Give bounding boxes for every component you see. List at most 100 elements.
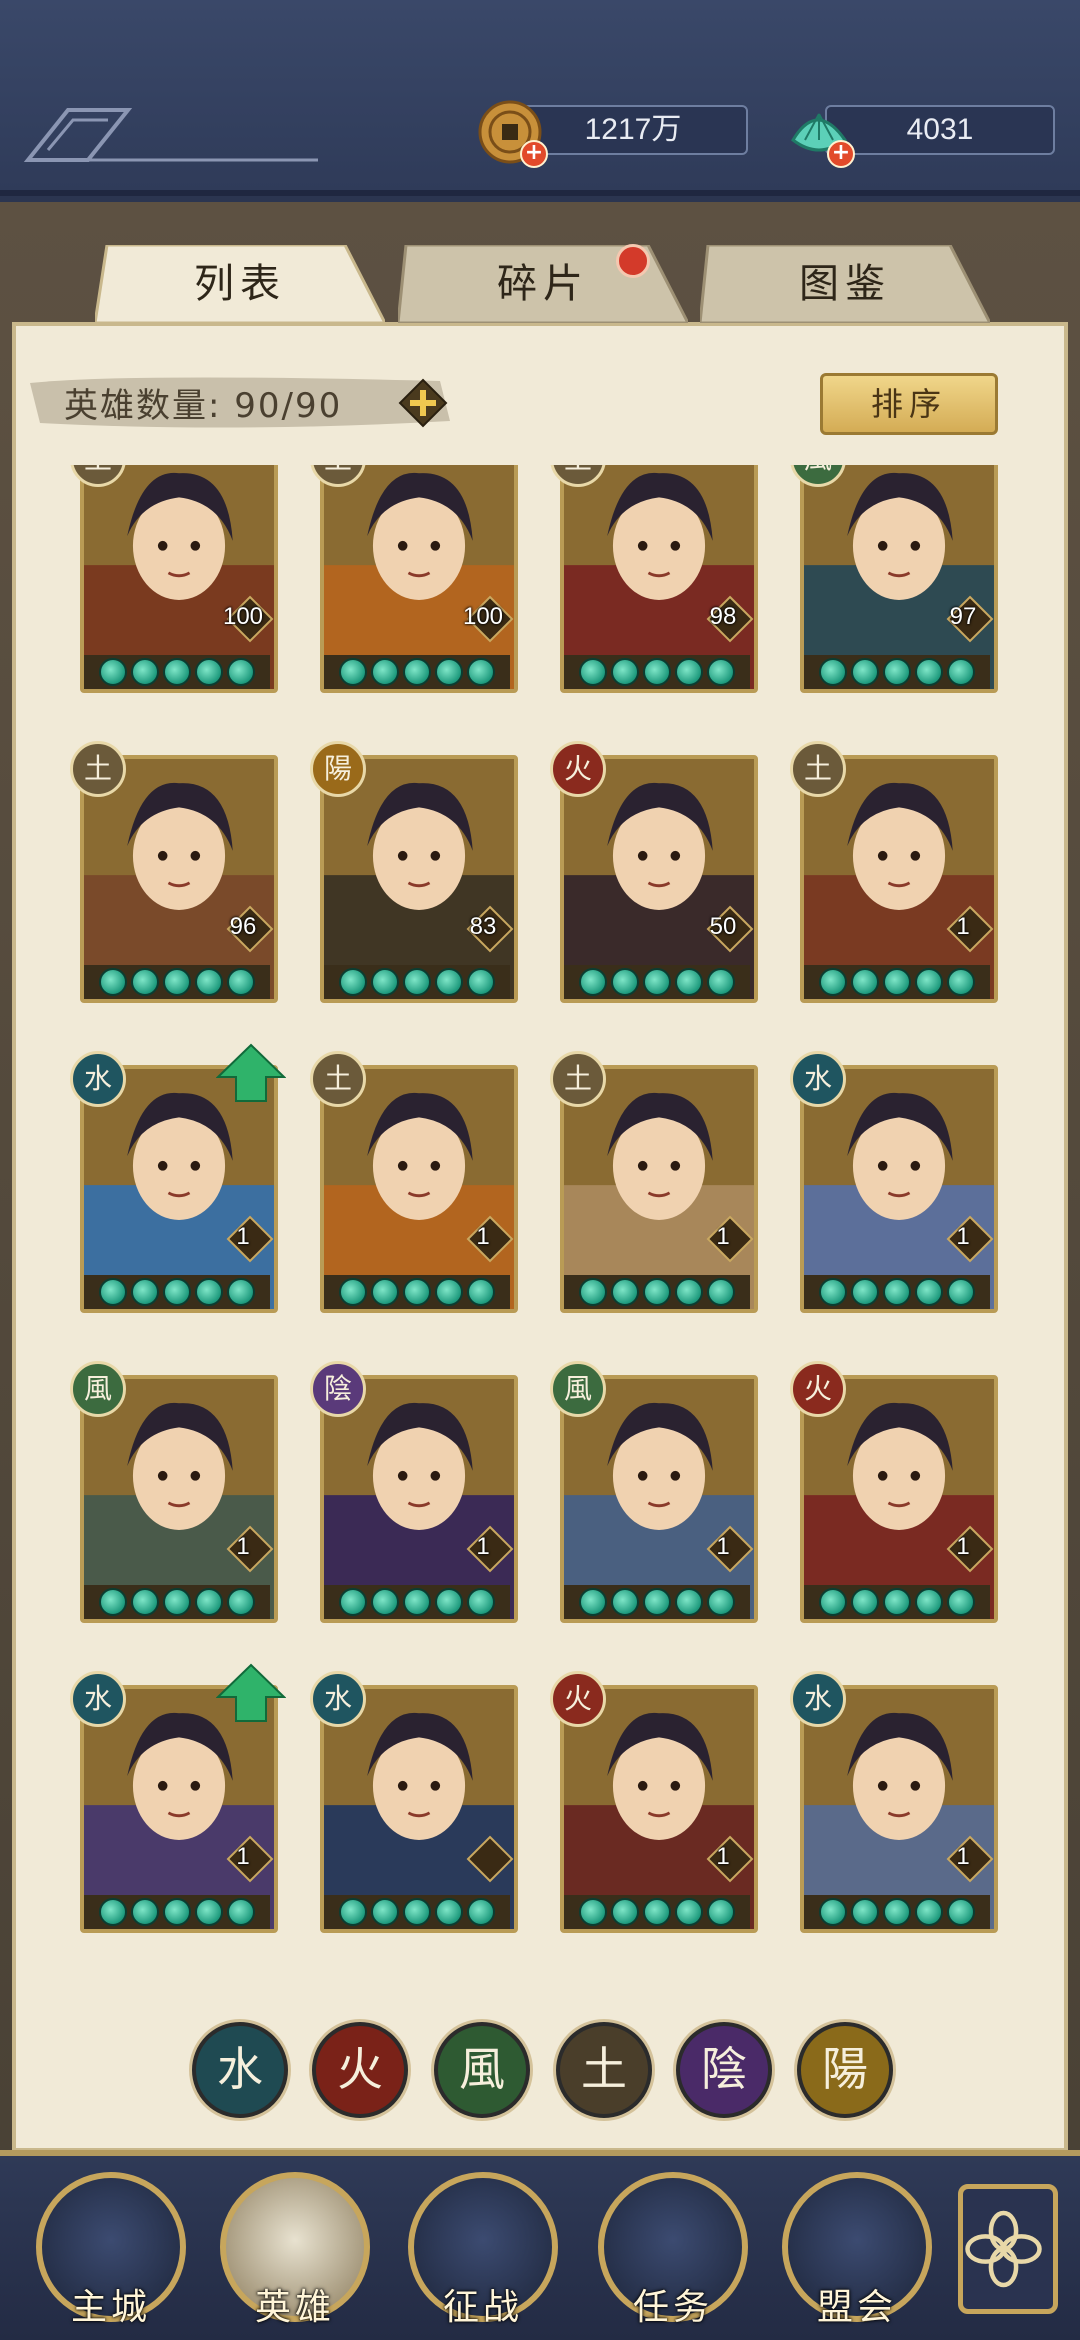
jade-star-icon [851, 1898, 879, 1926]
nav-alliance[interactable]: 盟会 [782, 2172, 932, 2328]
hero-card[interactable]: 1 土 [550, 1051, 758, 1313]
jade-star-icon [467, 968, 495, 996]
jade-star-icon [99, 1588, 127, 1616]
hero-level: 1 [716, 1843, 730, 1870]
nav-hero-portrait[interactable]: 英雄 [220, 2172, 370, 2328]
jade-counter[interactable]: 4031 + [785, 100, 1055, 168]
hero-portrait [804, 1069, 994, 1309]
expand-slots-button[interactable] [398, 378, 448, 428]
element-filter-button[interactable]: 陰 [676, 2022, 772, 2118]
jade-star-icon [227, 1588, 255, 1616]
nav-campaign[interactable]: 征战 [408, 2172, 558, 2328]
jade-star-icon [163, 968, 191, 996]
jade-star-icon [467, 1588, 495, 1616]
element-badge: 風 [550, 1361, 606, 1417]
element-filter-button[interactable]: 陽 [797, 2022, 893, 2118]
element-filter-button[interactable]: 風 [434, 2022, 530, 2118]
jade-star-icon [403, 1278, 431, 1306]
jade-star-icon [883, 1278, 911, 1306]
star-rating [564, 965, 750, 999]
hero-portrait [324, 1069, 514, 1309]
element-filter-button[interactable]: 土 [556, 2022, 652, 2118]
jade-star-icon [883, 1588, 911, 1616]
hero-portrait [564, 1689, 754, 1929]
tab-collection[interactable]: 图鉴 [700, 245, 990, 323]
jade-star-icon [579, 658, 607, 686]
element-filter-button[interactable]: 火 [312, 2022, 408, 2118]
jade-star-icon [883, 658, 911, 686]
jade-star-icon [819, 968, 847, 996]
hero-card[interactable]: 1 水 [790, 1671, 998, 1933]
jade-star-icon [611, 1278, 639, 1306]
cloud-pattern-icon [23, 108, 318, 162]
jade-star-icon [371, 968, 399, 996]
jade-star-icon [947, 1898, 975, 1926]
jade-star-icon [435, 1278, 463, 1306]
hero-level: 1 [236, 1843, 250, 1870]
add-coin-button[interactable]: + [520, 140, 548, 168]
tab-list[interactable]: 列表 [95, 245, 385, 323]
hero-level: 100 [222, 603, 264, 630]
hero-card[interactable]: 98 土 [550, 465, 758, 693]
hero-card[interactable]: 1 風 [70, 1361, 278, 1623]
coin-amount: 1217万 [518, 105, 748, 155]
nav-city-gate[interactable]: 主城 [36, 2172, 186, 2328]
hero-level: 98 [709, 603, 737, 630]
hero-card[interactable]: 水 [310, 1671, 518, 1933]
hero-grid: 100 土 100 [0, 465, 1080, 1965]
jade-star-icon [371, 1278, 399, 1306]
sort-button[interactable]: 排序 [820, 373, 998, 435]
hero-portrait [84, 1069, 274, 1309]
jade-star-icon [227, 1898, 255, 1926]
jade-star-icon [435, 1898, 463, 1926]
element-filter-button[interactable]: 水 [192, 2022, 288, 2118]
jade-star-icon [371, 658, 399, 686]
coin-counter[interactable]: 1217万 + [478, 100, 748, 168]
jade-star-icon [579, 968, 607, 996]
hero-portrait [564, 759, 754, 999]
star-rating [324, 1585, 510, 1619]
nav-quest-scroll[interactable]: 任务 [598, 2172, 748, 2328]
hero-card[interactable]: 1 火 [790, 1361, 998, 1623]
element-badge: 水 [70, 1671, 126, 1727]
jade-star-icon [851, 1278, 879, 1306]
hero-card[interactable]: 100 土 [70, 465, 278, 693]
jade-star-icon [339, 968, 367, 996]
hero-card[interactable]: 1 火 [550, 1671, 758, 1933]
hero-card[interactable]: 1 陰 [310, 1361, 518, 1623]
jade-star-icon [915, 968, 943, 996]
hero-card[interactable]: 97 風 [790, 465, 998, 693]
hero-card[interactable]: 1 土 [790, 741, 998, 1003]
jade-star-icon [339, 1898, 367, 1926]
hero-level: 1 [476, 1223, 490, 1250]
hero-card[interactable]: 1 水 [70, 1663, 286, 1933]
jade-star-icon [195, 658, 223, 686]
jade-star-icon [403, 1588, 431, 1616]
star-rating [324, 965, 510, 999]
add-jade-button[interactable]: + [827, 140, 855, 168]
star-rating [84, 965, 270, 999]
hero-card[interactable]: 96 土 [70, 741, 278, 1003]
hero-portrait [324, 1379, 514, 1619]
jade-star-icon [579, 1898, 607, 1926]
hero-card[interactable]: 1 風 [550, 1361, 758, 1623]
hero-card[interactable]: 1 水 [790, 1051, 998, 1313]
hero-card[interactable]: 50 火 [550, 741, 758, 1003]
jade-star-icon [371, 1588, 399, 1616]
hero-portrait [804, 1689, 994, 1929]
hero-card[interactable]: 83 陽 [310, 741, 518, 1003]
jade-star-icon [195, 968, 223, 996]
star-rating [804, 1585, 990, 1619]
level-diamond [466, 1835, 514, 1883]
element-badge: 水 [790, 1671, 846, 1727]
jade-star-icon [947, 658, 975, 686]
element-badge: 風 [70, 1361, 126, 1417]
jade-star-icon [339, 658, 367, 686]
jade-star-icon [579, 1278, 607, 1306]
star-rating [564, 655, 750, 689]
hero-card[interactable]: 1 土 [310, 1051, 518, 1313]
menu-button[interactable] [958, 2184, 1058, 2314]
hero-card[interactable]: 100 土 [310, 465, 518, 693]
element-badge: 水 [70, 1051, 126, 1107]
hero-card[interactable]: 1 水 [70, 1043, 286, 1313]
